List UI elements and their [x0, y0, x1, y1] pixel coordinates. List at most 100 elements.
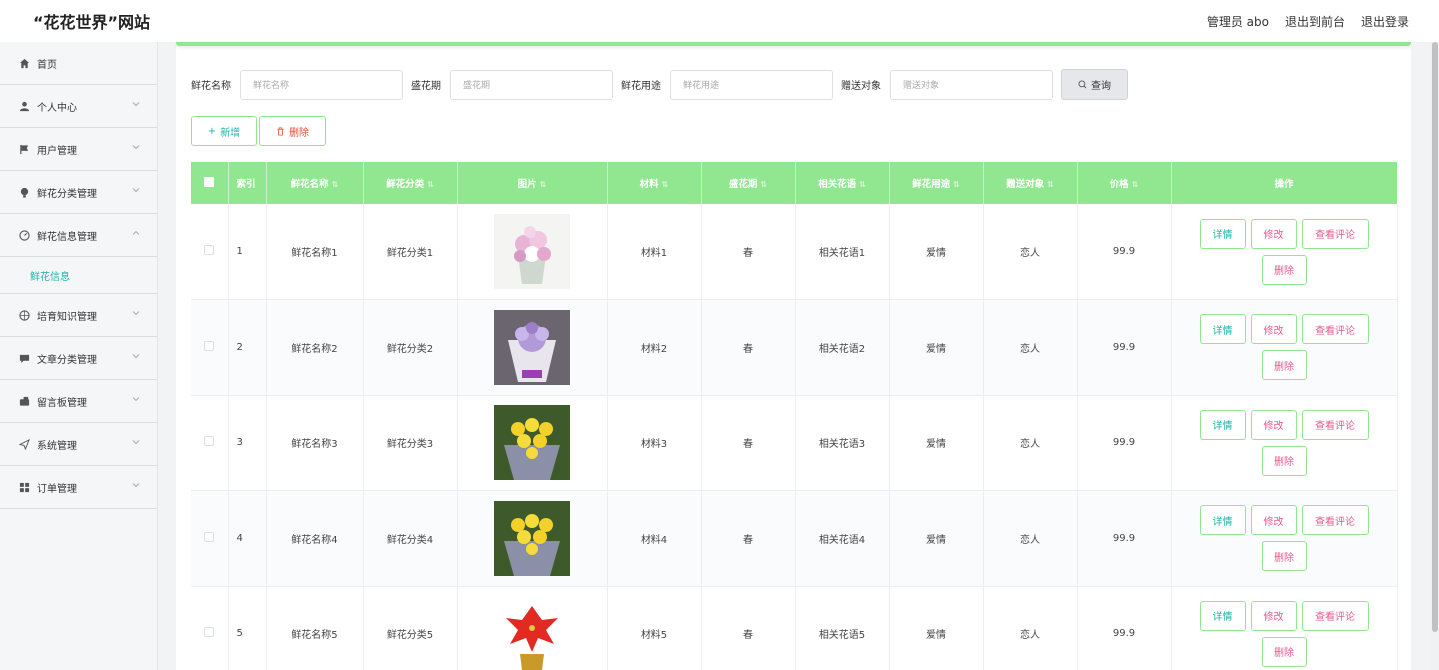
- target-label: 赠送对象: [841, 81, 881, 92]
- use-search-input[interactable]: 鲜花用途: [670, 69, 833, 100]
- view-reviews-button[interactable]: 查看评论: [1301, 218, 1369, 249]
- grid-icon: [18, 481, 30, 493]
- add-button[interactable]: + 新增: [191, 116, 257, 146]
- chevron-down-icon: [132, 397, 140, 402]
- cell-language: 相关花语4: [795, 490, 890, 586]
- delete-button[interactable]: 删除: [1261, 350, 1307, 381]
- col-category[interactable]: 鲜花分类 ⇅: [363, 162, 458, 204]
- sort-icon: ⇅: [859, 180, 866, 189]
- delete-button[interactable]: 删除: [1261, 445, 1307, 476]
- col-season[interactable]: 盛花期 ⇅: [701, 162, 796, 204]
- cell-target: 恋人: [983, 299, 1078, 395]
- chevron-down-icon: [132, 145, 140, 150]
- plus-icon: +: [207, 125, 217, 137]
- table-row: 3 鲜花名称3 鲜花分类3 材料3 春 相关花语3 爱情 恋人 99.9 详情修…: [191, 395, 1398, 491]
- select-all-checkbox[interactable]: [191, 162, 229, 204]
- view-reviews-button[interactable]: 查看评论: [1301, 505, 1369, 536]
- sidebar-item-home[interactable]: 首页: [0, 42, 157, 85]
- cell-season: 春: [701, 395, 796, 491]
- flag-icon: [18, 143, 30, 155]
- sort-icon: ⇅: [427, 180, 434, 189]
- row-checkbox[interactable]: [204, 436, 215, 447]
- detail-button[interactable]: 详情: [1199, 600, 1246, 631]
- row-checkbox[interactable]: [204, 245, 215, 255]
- flower-image[interactable]: [494, 405, 570, 481]
- cell-language: 相关花语1: [795, 204, 890, 300]
- target-search-input[interactable]: 赠送对象: [890, 69, 1053, 100]
- col-use[interactable]: 鲜花用途 ⇅: [889, 162, 984, 204]
- cell-index: 1: [228, 204, 267, 300]
- bulb-icon: [18, 186, 30, 198]
- detail-button[interactable]: 详情: [1199, 409, 1246, 440]
- wallet-icon: [18, 395, 30, 407]
- scrollbar-thumb[interactable]: [1432, 42, 1438, 632]
- table-row: 4 鲜花名称4 鲜花分类4 材料4 春 相关花语4 爱情 恋人 99.9 详情修…: [191, 490, 1398, 586]
- edit-button[interactable]: 修改: [1250, 600, 1297, 631]
- edit-button[interactable]: 修改: [1250, 314, 1297, 345]
- view-reviews-button[interactable]: 查看评论: [1301, 314, 1369, 345]
- sidebar-item-system[interactable]: 系统管理: [0, 423, 157, 466]
- page-scrollbar[interactable]: [1431, 42, 1439, 670]
- query-button[interactable]: 查询: [1061, 69, 1128, 100]
- col-price[interactable]: 价格 ⇅: [1077, 162, 1172, 204]
- search-form: 鲜花名称 鲜花名称 盛花期 盛花期 鲜花用途 鲜花用途 赠送对象 赠送对象 查询: [191, 69, 1128, 100]
- cell-index: 2: [228, 299, 267, 395]
- flower-image[interactable]: [494, 214, 570, 289]
- chevron-down-icon: [132, 102, 140, 107]
- detail-button[interactable]: 详情: [1199, 314, 1246, 345]
- site-title: “花花世界”网站: [33, 13, 151, 32]
- edit-button[interactable]: 修改: [1250, 409, 1297, 440]
- logout-link[interactable]: 退出登录: [1361, 13, 1409, 30]
- cell-language: 相关花语2: [795, 299, 890, 395]
- admin-user-label[interactable]: 管理员 abo: [1207, 13, 1269, 30]
- chat-icon: [18, 352, 30, 364]
- sidebar-item-orders[interactable]: 订单管理: [0, 466, 157, 509]
- row-checkbox[interactable]: [204, 340, 215, 351]
- sidebar-item-cultivation[interactable]: 培育知识管理: [0, 294, 157, 337]
- detail-button[interactable]: 详情: [1199, 505, 1246, 536]
- batch-delete-button[interactable]: 删除: [259, 116, 326, 146]
- exit-to-front-link[interactable]: 退出到前台: [1285, 13, 1345, 30]
- col-target[interactable]: 赠送对象 ⇅: [983, 162, 1078, 204]
- delete-button[interactable]: 删除: [1261, 636, 1307, 667]
- detail-button[interactable]: 详情: [1199, 218, 1246, 249]
- edit-button[interactable]: 修改: [1250, 218, 1297, 249]
- sidebar-subitem-flower-info[interactable]: 鲜花信息: [0, 257, 157, 294]
- cell-use: 爱情: [889, 204, 984, 300]
- cell-price: 99.9: [1077, 395, 1172, 491]
- edit-button[interactable]: 修改: [1250, 505, 1297, 536]
- name-search-input[interactable]: 鲜花名称: [240, 69, 403, 100]
- col-ops: 操作: [1171, 162, 1398, 204]
- sidebar-item-users[interactable]: 用户管理: [0, 128, 157, 171]
- sidebar-item-guestbook[interactable]: 留言板管理: [0, 380, 157, 423]
- cell-season: 春: [701, 299, 796, 395]
- flower-image[interactable]: [494, 500, 570, 576]
- col-material[interactable]: 材料 ⇅: [607, 162, 702, 204]
- sidebar: 首页 个人中心 用户管理 鲜花分类管理 鲜花信息管理 鲜花信息 培育知识管理 文…: [0, 42, 158, 670]
- action-bar: + 新增 删除: [191, 116, 326, 146]
- sort-icon: ⇅: [953, 180, 960, 189]
- flower-image[interactable]: [494, 596, 570, 670]
- season-search-input[interactable]: 盛花期: [450, 69, 613, 100]
- chevron-down-icon: [132, 188, 140, 193]
- col-name[interactable]: 鲜花名称 ⇅: [266, 162, 364, 204]
- sidebar-item-label: 订单管理: [37, 483, 77, 495]
- sidebar-item-flower-category[interactable]: 鲜花分类管理: [0, 171, 157, 214]
- col-image[interactable]: 图片 ⇅: [457, 162, 608, 204]
- delete-button[interactable]: 删除: [1261, 541, 1307, 572]
- row-checkbox[interactable]: [204, 531, 215, 542]
- sort-icon: ⇅: [760, 180, 768, 189]
- search-icon: [1078, 80, 1087, 89]
- sidebar-item-article-category[interactable]: 文章分类管理: [0, 337, 157, 380]
- sidebar-item-flower-info[interactable]: 鲜花信息管理: [0, 214, 157, 257]
- view-reviews-button[interactable]: 查看评论: [1301, 600, 1369, 631]
- delete-label: 删除: [289, 127, 309, 139]
- row-checkbox[interactable]: [204, 627, 215, 638]
- sidebar-item-personal[interactable]: 个人中心: [0, 85, 157, 128]
- flower-image[interactable]: [494, 309, 570, 385]
- cell-price: 99.9: [1077, 490, 1172, 586]
- view-reviews-button[interactable]: 查看评论: [1301, 409, 1369, 440]
- delete-button[interactable]: 删除: [1261, 254, 1307, 285]
- col-language[interactable]: 相关花语 ⇅: [795, 162, 890, 204]
- cell-use: 爱情: [889, 299, 984, 395]
